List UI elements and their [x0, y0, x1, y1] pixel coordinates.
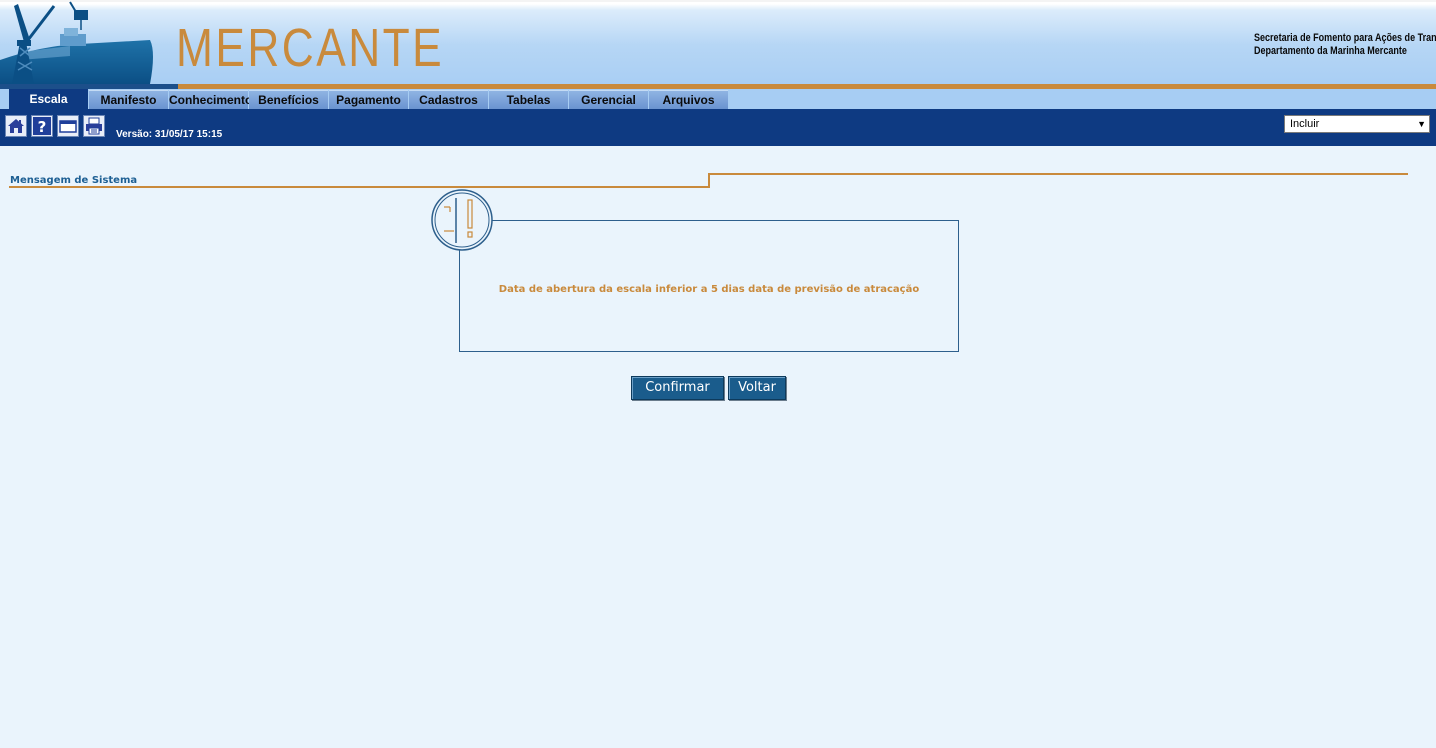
- alert-icon: [431, 189, 493, 251]
- help-button[interactable]: ?: [31, 115, 53, 137]
- chevron-down-icon: ▼: [1417, 119, 1426, 129]
- tab-conhecimento[interactable]: Conhecimento: [169, 90, 252, 109]
- organization-text: Secretaria de Fomento para Ações de Tran…: [1254, 32, 1436, 58]
- section-rule: [9, 173, 1408, 188]
- tab-escala[interactable]: Escala: [9, 89, 88, 109]
- tab-cadastros[interactable]: Cadastros: [409, 90, 488, 109]
- confirm-button[interactable]: Confirmar: [631, 376, 724, 400]
- home-button[interactable]: [5, 115, 27, 137]
- tab-gerencial[interactable]: Gerencial: [569, 90, 648, 109]
- action-select[interactable]: Incluir ▼: [1284, 115, 1430, 133]
- org-line-1: Secretaria de Fomento para Ações de Tran…: [1254, 32, 1436, 44]
- window-icon: [59, 120, 77, 133]
- tab-beneficios[interactable]: Benefícios: [249, 90, 328, 109]
- org-line-2: Departamento da Marinha Mercante: [1254, 45, 1407, 57]
- tab-pagamento[interactable]: Pagamento: [329, 90, 408, 109]
- toolbar: ? Versão: 31/05/17 15:15 Incluir ▼: [0, 109, 1436, 146]
- ship-crane-logo-art: [0, 1, 153, 84]
- help-icon: ?: [33, 117, 51, 135]
- header-banner: MERCANTE Secretaria de Fomento para Açõe…: [0, 0, 1436, 90]
- tab-manifesto[interactable]: Manifesto: [89, 90, 168, 109]
- svg-text:?: ?: [38, 118, 47, 135]
- message-text: Data de abertura da escala inferior a 5 …: [498, 284, 920, 295]
- tab-arquivos[interactable]: Arquivos: [649, 90, 728, 109]
- mercante-logo: MERCANTE: [176, 18, 445, 78]
- tab-tabelas[interactable]: Tabelas: [489, 90, 568, 109]
- top-line: [0, 0, 1436, 2]
- action-select-value: Incluir: [1290, 118, 1320, 130]
- window-button[interactable]: [57, 115, 79, 137]
- version-label: Versão: 31/05/17 15:15: [116, 129, 223, 140]
- message-box: Data de abertura da escala inferior a 5 …: [459, 220, 959, 352]
- print-button[interactable]: [83, 115, 105, 137]
- home-icon: [8, 119, 24, 133]
- print-icon: [86, 117, 102, 135]
- main-tab-bar: Escala Manifesto Conhecimento Benefícios…: [0, 89, 1436, 109]
- back-button[interactable]: Voltar: [728, 376, 786, 400]
